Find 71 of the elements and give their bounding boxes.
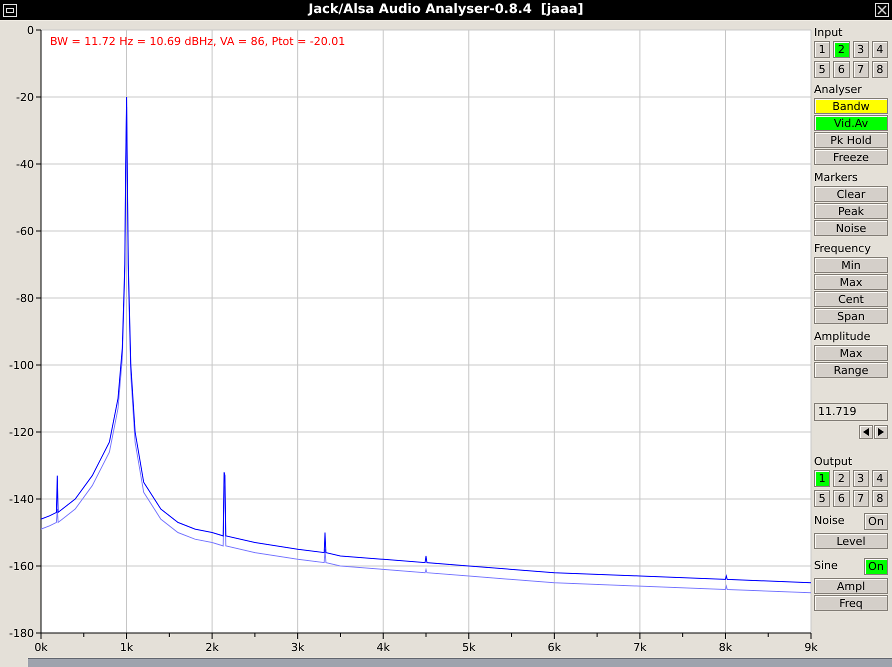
left-arrow-button[interactable] [859, 425, 873, 439]
window-title: Jack/Alsa Audio Analyser-0.8.4 [jaaa] [308, 1, 584, 20]
axis-label: -60 [16, 225, 34, 238]
panel-button[interactable]: Max [814, 345, 888, 361]
axis-label: 8k [718, 641, 732, 654]
panel-button[interactable]: Vid.Av [814, 115, 888, 131]
section-label: Frequency [814, 242, 872, 255]
right-arrow-icon [878, 428, 884, 436]
panel-button[interactable]: Span [814, 308, 888, 324]
section-label: Amplitude [814, 330, 872, 343]
channel-button[interactable]: 1 [814, 41, 830, 58]
panel-button[interactable]: Peak [814, 203, 888, 219]
channel-button[interactable]: 4 [872, 470, 888, 487]
channel-button[interactable]: 2 [833, 470, 850, 487]
axis-label: -80 [16, 292, 34, 305]
panel-button[interactable]: Pk Hold [814, 132, 888, 148]
axis-label: 6k [548, 641, 562, 654]
axis-label: -100 [9, 359, 34, 372]
axis-label: 1k [120, 641, 134, 654]
left-arrow-icon [863, 428, 869, 436]
panel-button[interactable]: Min [814, 257, 888, 273]
value-field[interactable]: 11.719 [814, 403, 888, 421]
toggle-button[interactable]: On [864, 558, 888, 575]
axis-label: 5k [462, 641, 476, 654]
channel-button[interactable]: 1 [814, 470, 830, 487]
window-menu-icon[interactable] [3, 4, 17, 16]
channel-button[interactable]: 3 [852, 41, 869, 58]
panel-button[interactable]: Level [814, 533, 888, 549]
axis-label: 3k [290, 641, 304, 654]
channel-button[interactable]: 7 [852, 61, 869, 78]
axis-label: 2k [205, 641, 219, 654]
axis-label: -120 [9, 426, 34, 439]
panel-button[interactable]: Noise [814, 220, 888, 236]
close-icon[interactable] [875, 3, 889, 17]
axis-label: 0 [27, 24, 34, 37]
channel-button[interactable]: 8 [872, 61, 888, 78]
axis-label: -140 [9, 493, 34, 506]
section-label: Markers [814, 171, 859, 184]
right-arrow-button[interactable] [874, 425, 888, 439]
readout-text: BW = 11.72 Hz = 10.69 dBHz, VA = 86, Ptot = -20.01 [50, 35, 346, 48]
section-label: Output [814, 455, 854, 468]
axis-label: -20 [16, 91, 34, 104]
panel-button[interactable]: Range [814, 362, 888, 378]
channel-button[interactable]: 2 [833, 41, 850, 58]
panel-button[interactable]: Clear [814, 186, 888, 202]
axis-label: -40 [16, 158, 34, 171]
panel-button[interactable]: Freq [814, 595, 888, 611]
channel-button[interactable]: 4 [872, 41, 888, 58]
axis-label: -160 [9, 560, 34, 573]
axis-label: 4k [376, 641, 390, 654]
channel-button[interactable]: 7 [852, 490, 869, 507]
section-label: Noise [814, 513, 845, 530]
channel-button[interactable]: 3 [852, 470, 869, 487]
axis-label: 7k [633, 641, 647, 654]
panel-button[interactable]: Cent [814, 291, 888, 307]
section-label: Analyser [814, 83, 863, 96]
axis-label: 0k [34, 641, 48, 654]
toggle-button[interactable]: On [864, 513, 888, 530]
channel-button[interactable]: 6 [833, 61, 850, 78]
panel-button[interactable]: Ampl [814, 578, 888, 594]
channel-button[interactable]: 5 [814, 61, 830, 78]
channel-button[interactable]: 5 [814, 490, 830, 507]
channel-button[interactable]: 6 [833, 490, 850, 507]
section-label: Sine [814, 558, 838, 574]
panel-button[interactable]: Max [814, 274, 888, 290]
axis-label: -180 [9, 627, 34, 640]
axis-label: 9k [804, 641, 818, 654]
section-label: Input [814, 26, 844, 39]
panel-button[interactable]: Bandw [814, 98, 888, 114]
channel-button[interactable]: 8 [872, 490, 888, 507]
panel-button[interactable]: Freeze [814, 149, 888, 165]
